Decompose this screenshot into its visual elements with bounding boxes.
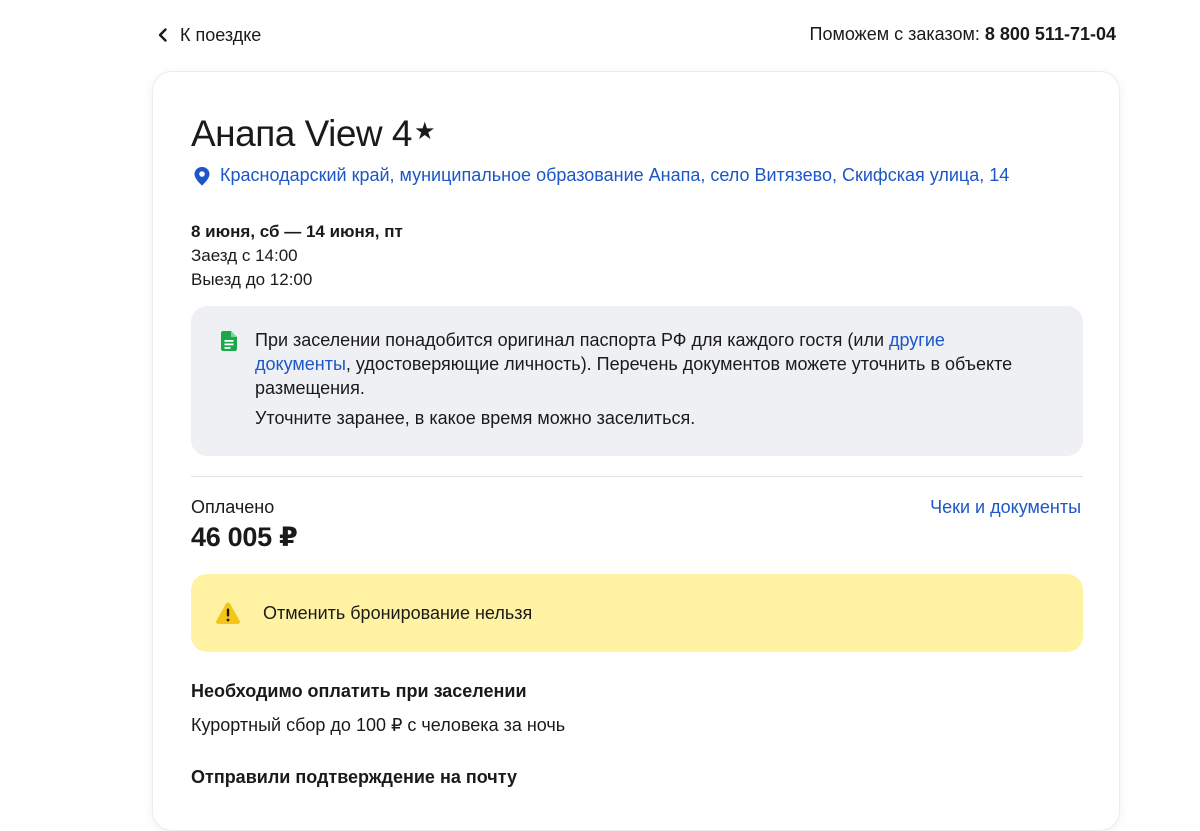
paid-label: Оплачено <box>191 497 275 517</box>
hotel-name: Анапа View 4 <box>191 113 412 154</box>
cancellation-warning-text: Отменить бронирование нельзя <box>263 602 533 623</box>
top-bar: К поездке Поможем с заказом: 8 800 511-7… <box>0 0 1200 70</box>
back-link-label: К поездке <box>180 24 262 45</box>
hotel-address-link[interactable]: Краснодарский край, муниципальное образо… <box>193 165 1009 186</box>
cancellation-warning: Отменить бронирование нельзя <box>191 574 1083 652</box>
notice-text-part: При заселении понадобится оригинал паспо… <box>255 330 889 350</box>
paid-amount: 46 005 ₽ <box>191 522 298 552</box>
notice-text-part: , удостоверяющие личность). Перечень док… <box>255 354 1013 398</box>
date-range: 8 июня, сб — 14 июня, пт <box>191 222 403 241</box>
resort-fee-text: Курортный сбор до 100 ₽ с человека за но… <box>191 715 566 735</box>
help-text: Поможем с заказом: <box>809 24 980 44</box>
order-help: Поможем с заказом: 8 800 511-71-04 <box>810 24 1116 45</box>
pay-on-arrival-title: Необходимо оплатить при заселении <box>191 681 527 701</box>
warning-icon <box>216 602 240 624</box>
check-in-time-notice: Уточните заранее, в какое время можно за… <box>255 408 696 428</box>
hotel-title: Анапа View 4★ <box>191 112 435 156</box>
documents-notice-text: При заселении понадобится оригинал паспо… <box>255 328 1023 400</box>
location-pin-icon <box>194 166 210 185</box>
section-divider <box>191 476 1083 477</box>
check-in-time: Заезд с 14:00 <box>191 246 298 265</box>
check-out-time: Выезд до 12:00 <box>191 270 313 289</box>
receipts-and-documents-link[interactable]: Чеки и документы <box>930 497 1081 518</box>
address-text: Краснодарский край, муниципальное образо… <box>220 165 1010 185</box>
stay-dates: 8 июня, сб — 14 июня, пт Заезд с 14:00 В… <box>191 220 403 292</box>
support-phone-link[interactable]: 8 800 511-71-04 <box>985 24 1116 44</box>
booking-card: Анапа View 4★ Краснодарский край, муници… <box>152 71 1120 831</box>
star-icon: ★ <box>413 118 436 145</box>
confirmation-email-title: Отправили подтверждение на почту <box>191 767 517 787</box>
documents-notice: При заселении понадобится оригинал паспо… <box>191 306 1083 456</box>
document-icon <box>221 331 237 351</box>
chevron-left-icon <box>158 28 167 42</box>
back-to-trip-link[interactable]: К поездке <box>154 22 261 48</box>
